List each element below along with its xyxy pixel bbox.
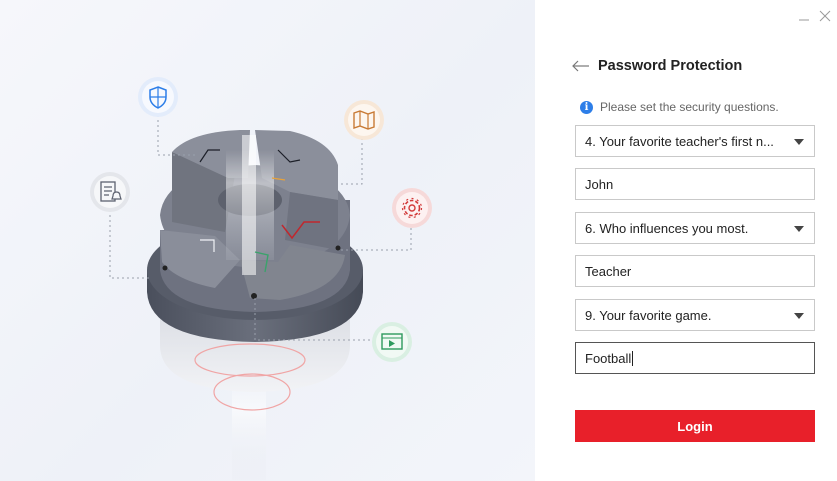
security-question-2-value: 6. Who influences you most. bbox=[585, 220, 749, 236]
close-icon bbox=[819, 10, 831, 22]
security-question-2-select[interactable]: 6. Who influences you most. bbox=[575, 212, 815, 244]
gear-icon bbox=[392, 188, 432, 228]
security-question-1-select[interactable]: 4. Your favorite teacher's first n... bbox=[575, 125, 815, 157]
login-button[interactable]: Login bbox=[575, 410, 815, 442]
info-text: Please set the security questions. bbox=[600, 100, 779, 114]
security-answer-2-value: Teacher bbox=[585, 263, 632, 279]
chevron-down-icon bbox=[794, 226, 804, 232]
page-title: Password Protection bbox=[598, 58, 743, 74]
security-illustration bbox=[109, 115, 412, 480]
chevron-down-icon bbox=[794, 313, 804, 319]
security-answer-3-value: Football bbox=[585, 350, 632, 366]
security-answer-1-value: John bbox=[585, 176, 614, 192]
shield-icon bbox=[138, 77, 178, 117]
minimize-button[interactable] bbox=[796, 8, 812, 24]
info-icon: i bbox=[580, 100, 593, 114]
security-question-1-value: 4. Your favorite teacher's first n... bbox=[585, 133, 774, 149]
close-button[interactable] bbox=[817, 8, 833, 24]
security-answer-2-input[interactable]: Teacher bbox=[575, 255, 815, 287]
password-protection-panel: Password Protection i Please set the sec… bbox=[535, 0, 837, 481]
chevron-down-icon bbox=[794, 139, 804, 145]
map-icon bbox=[344, 100, 384, 140]
header: Password Protection bbox=[572, 55, 742, 77]
security-question-3-select[interactable]: 9. Your favorite game. bbox=[575, 299, 815, 331]
illustration-panel bbox=[0, 0, 535, 481]
video-icon bbox=[372, 322, 412, 362]
document-bell-icon bbox=[90, 172, 130, 212]
security-answer-1-input[interactable]: John bbox=[575, 168, 815, 200]
security-question-3-value: 9. Your favorite game. bbox=[585, 307, 712, 323]
text-cursor bbox=[632, 350, 634, 366]
back-button[interactable] bbox=[572, 58, 592, 74]
info-message: i Please set the security questions. bbox=[580, 100, 779, 114]
arrow-left-icon bbox=[572, 60, 589, 72]
minimize-icon bbox=[799, 19, 809, 21]
security-answer-3-input[interactable]: Football bbox=[575, 342, 815, 374]
